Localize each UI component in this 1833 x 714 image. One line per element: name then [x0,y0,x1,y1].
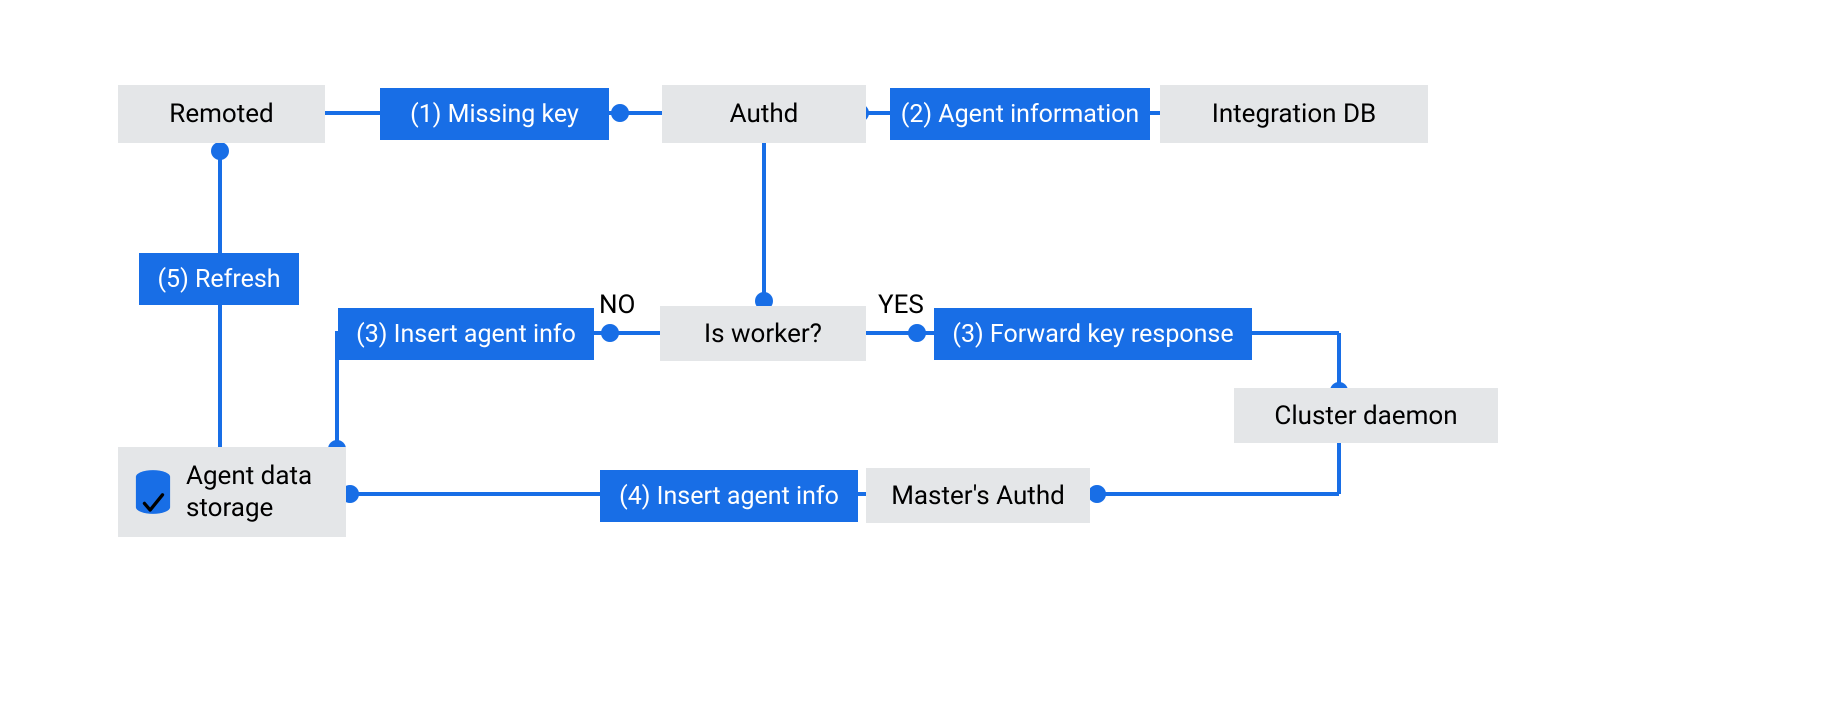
node-label: Master's Authd [891,481,1065,511]
edge-insert-agent-info-a: (3) Insert agent info [338,308,594,360]
node-label: Cluster daemon [1274,401,1457,431]
edge-label: (1) Missing key [410,100,579,129]
node-label: Authd [730,99,799,129]
edge-missing-key: (1) Missing key [380,88,609,140]
edge-label: (4) Insert agent info [619,482,839,511]
edge-label: (3) Forward key response [952,320,1233,349]
edge-insert-agent-info-b: (4) Insert agent info [600,470,858,522]
node-label: Agent data storage [186,460,330,525]
node-cluster-daemon: Cluster daemon [1234,388,1498,443]
edge-forward-key-response: (3) Forward key response [934,308,1252,360]
edge-label: (2) Agent information [901,100,1139,129]
branch-label-no: NO [599,290,635,320]
edge-label: (3) Insert agent info [356,320,576,349]
node-label: Integration DB [1212,99,1377,129]
edge-label: (5) Refresh [157,265,280,294]
node-integration-db: Integration DB [1160,85,1428,143]
node-masters-authd: Master's Authd [866,468,1090,523]
node-agent-data-storage: Agent data storage [118,447,346,537]
branch-label-yes: YES [878,290,924,320]
node-authd: Authd [662,85,866,143]
node-remoted: Remoted [118,85,325,143]
database-icon [134,469,172,515]
node-is-worker: Is worker? [660,306,866,361]
edge-refresh: (5) Refresh [139,253,299,305]
node-label: Remoted [169,99,273,129]
node-label: Is worker? [704,319,822,349]
edge-agent-information: (2) Agent information [890,88,1150,140]
